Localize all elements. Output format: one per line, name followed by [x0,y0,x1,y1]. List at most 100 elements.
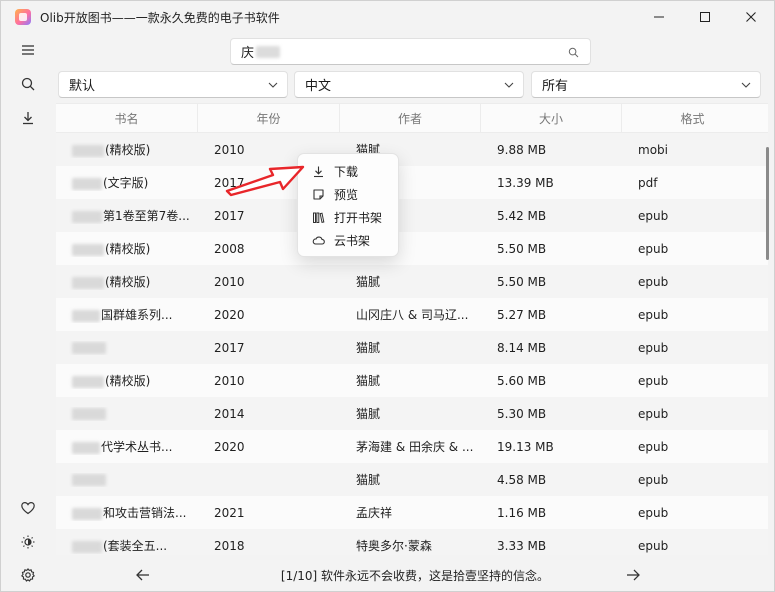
table-row[interactable]: (精校版) 2010 猫腻 9.88 MB mobi [56,133,768,166]
cell-year: 2020 [198,440,340,454]
context-menu-preview-label: 预览 [334,188,359,202]
redacted-title [72,177,102,190]
language-select[interactable]: 中文 [294,71,524,98]
cell-title-text: (精校版) [105,143,151,157]
chevron-down-icon [741,82,751,88]
cell-author: 猫腻 [340,372,481,389]
cell-year: 2014 [198,407,340,421]
sidebar-item-search[interactable] [15,71,41,97]
cell-size-text: 5.27 MB [497,307,547,322]
search-submit-icon[interactable] [568,47,579,58]
cell-format-text: mobi [638,142,668,157]
cell-format-text: epub [638,307,669,322]
cell-format-text: epub [638,373,669,388]
column-header-size[interactable]: 大小 [481,104,622,133]
cell-year-text: 2021 [214,505,245,520]
cell-format: epub [622,242,763,256]
cell-format-text: pdf [638,175,658,190]
cell-format: epub [622,407,763,421]
theme-icon [21,535,35,549]
minimize-icon [654,16,664,18]
table-row[interactable]: 国群雄系列... 2020 山冈庄八 & 司马辽... 5.27 MB epub [56,298,768,331]
column-header-year[interactable]: 年份 [198,104,340,133]
table-scrollbar[interactable] [766,147,769,260]
sort-select[interactable]: 默认 [58,71,288,98]
cell-title [56,407,198,421]
cell-format: epub [622,539,763,553]
maximize-button[interactable] [682,1,728,33]
table-row[interactable]: 2017 猫腻 8.14 MB epub [56,331,768,364]
redacted-title [72,507,102,520]
cell-format: epub [622,308,763,322]
table-row[interactable]: 第1卷至第7卷... 2017 5.42 MB epub [56,199,768,232]
cell-year-text: 2010 [214,142,245,157]
cell-size-text: 4.58 MB [497,472,547,487]
context-menu-preview[interactable]: 预览 [298,183,398,206]
table-row[interactable]: (精校版) 2010 猫腻 5.60 MB epub [56,364,768,397]
cell-year: 2010 [198,374,340,388]
cell-format: epub [622,440,763,454]
cell-size-text: 5.42 MB [497,208,547,223]
redacted-title [72,243,104,256]
book-table: 书名 年份 作者 大小 格式 (精校版) 2010 猫腻 9.88 MB mobi (文字… [56,103,768,555]
column-header-author[interactable]: 作者 [340,104,481,133]
context-menu: 下载 预览 打开书架 云书架 [297,153,399,257]
redacted-title [72,342,106,354]
sidebar-item-downloads[interactable] [15,105,41,131]
cell-format: epub [622,473,763,487]
cell-format-text: epub [638,340,669,355]
cell-title-text: 和攻击营销法... [103,506,187,520]
cell-year-text: 2010 [214,373,245,388]
sidebar-item-favorites[interactable] [15,495,41,521]
cell-size: 5.50 MB [481,242,622,256]
table-row[interactable]: (文字版) 2017 13.39 MB pdf [56,166,768,199]
cell-author-text: 猫腻 [356,275,381,289]
column-header-title[interactable]: 书名 [56,104,198,133]
format-select[interactable]: 所有 [531,71,761,98]
cell-author: 猫腻 [340,273,481,290]
table-row[interactable]: 猫腻 4.58 MB epub [56,463,768,496]
cell-title-text: (精校版) [105,275,151,289]
search-value: 庆 [241,46,255,61]
cell-size-text: 9.88 MB [497,142,547,157]
column-header-format[interactable]: 格式 [622,104,763,133]
menu-button[interactable] [15,37,41,63]
table-row[interactable]: (精校版) 2010 猫腻 5.50 MB epub [56,265,768,298]
next-page-button[interactable] [624,566,642,584]
cell-title: (精校版) [56,372,198,389]
annotation-arrow-icon [225,165,305,197]
minimize-button[interactable] [636,1,682,33]
table-row[interactable]: 代学术丛书... 2020 茅海建 & 田余庆 & ... 19.13 MB epub [56,430,768,463]
settings-icon [21,568,35,582]
theme-toggle-button[interactable] [15,529,41,555]
heart-icon [21,501,35,515]
main-content: 庆 默认 中文 所有 书名 年份 作者 大小 格式 (精校版) 2010 猫腻 9.8… [56,33,774,591]
search-icon [21,77,35,91]
cell-format-text: epub [638,505,669,520]
app-logo-icon [15,9,31,25]
cell-format-text: epub [638,472,669,487]
chevron-down-icon [268,82,278,88]
redacted-title [72,540,102,553]
cell-title [56,473,198,487]
settings-button[interactable] [15,562,41,588]
redacted-title [72,474,106,486]
cell-year-text: 2008 [214,241,245,256]
table-row[interactable]: 和攻击营销法... 2021 孟庆祥 1.16 MB epub [56,496,768,529]
cell-title-text: (文字版) [103,176,149,190]
table-row[interactable]: (套装全五... 2018 特奥多尔·蒙森 3.33 MB epub [56,529,768,555]
title-bar: Olib开放图书——一款永久免费的电子书软件 [1,1,774,33]
cell-format: mobi [622,143,763,157]
redacted-title [72,408,106,420]
context-menu-open-bookshelf[interactable]: 打开书架 [298,206,398,229]
context-menu-download[interactable]: 下载 [298,160,398,183]
context-menu-cloud-bookshelf[interactable]: 云书架 [298,229,398,252]
table-row[interactable]: 2014 猫腻 5.30 MB epub [56,397,768,430]
close-button[interactable] [728,1,774,33]
cell-author-text: 猫腻 [356,374,381,388]
search-input[interactable]: 庆 [230,38,591,65]
table-row[interactable]: (精校版) 2008 5.50 MB epub [56,232,768,265]
context-menu-download-label: 下载 [334,165,359,179]
cell-size: 1.16 MB [481,506,622,520]
close-icon [746,12,756,22]
